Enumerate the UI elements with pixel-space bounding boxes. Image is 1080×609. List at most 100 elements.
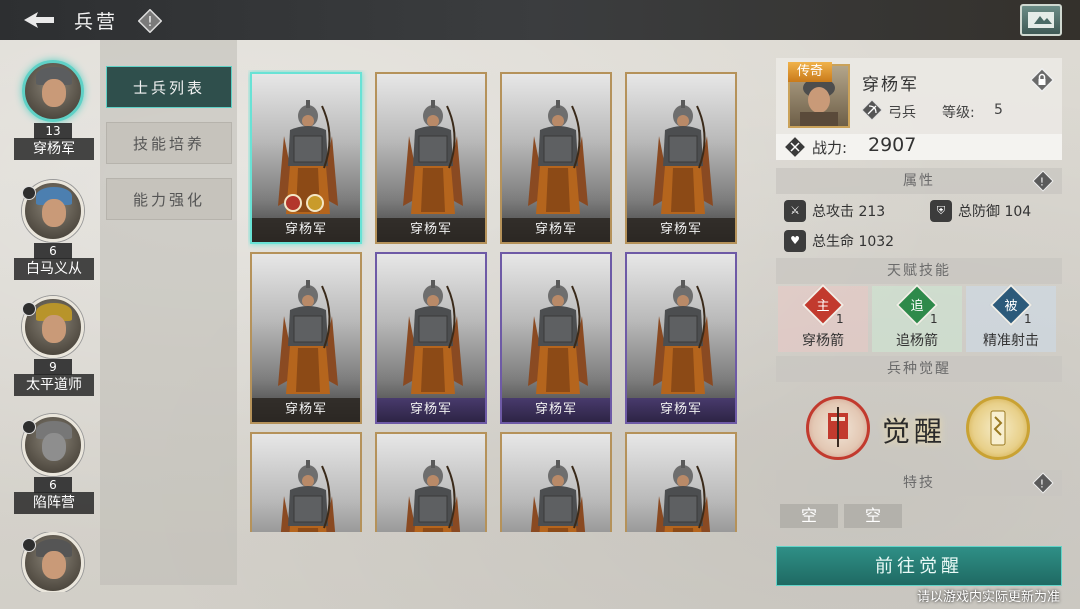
power-row: 战力: 2907 <box>776 134 1062 160</box>
talent-glyph: 追 <box>910 299 924 314</box>
specialty-slot[interactable]: 空 <box>780 504 838 528</box>
soldier-card-label: 穿杨军 <box>377 398 485 422</box>
awaken-scroll-button[interactable] <box>966 396 1030 460</box>
info-icon[interactable]: ! <box>1032 170 1054 192</box>
roster-name: 太平道师 <box>14 374 94 396</box>
unit-header: 传奇 穿杨军 弓兵 等级: 5 <box>776 58 1062 134</box>
soldier-card[interactable]: 穿杨军 <box>250 72 362 244</box>
talent-name: 追杨箭 <box>896 333 938 349</box>
tab-list: 士兵列表 技能培养 能力强化 <box>106 66 236 234</box>
svg-text:!: ! <box>1040 176 1046 189</box>
soldier-card[interactable] <box>625 432 737 532</box>
soldier-card[interactable]: 穿杨军 <box>625 72 737 244</box>
soldier-card[interactable] <box>375 432 487 532</box>
scroll-icon <box>1028 12 1054 28</box>
unit-name: 穿杨军 <box>862 75 919 95</box>
awaken-header: 兵种觉醒 <box>776 356 1062 382</box>
soldier-figure <box>651 456 715 532</box>
talents-header: 天赋技能 <box>776 258 1062 284</box>
power-value: 2907 <box>868 134 917 156</box>
svg-text:!: ! <box>1040 478 1046 491</box>
unit-type-icon <box>22 538 36 552</box>
attributes-header: 属性 ! <box>776 168 1062 194</box>
soldier-card-label: 穿杨军 <box>377 218 485 242</box>
tab-soldier-list[interactable]: 士兵列表 <box>106 66 232 108</box>
roster-item[interactable]: 9 太平道师 <box>10 296 94 406</box>
heart-icon: ♥ <box>784 230 806 252</box>
unit-type-icon <box>22 186 36 200</box>
sword-icon: ⚔ <box>784 200 806 222</box>
scroll-token-icon <box>990 410 1006 446</box>
roster-name: 陷阵营 <box>14 492 94 514</box>
talent-glyph: 主 <box>816 299 830 314</box>
awaken-banner-button[interactable] <box>806 396 870 460</box>
soldier-figure <box>526 276 590 404</box>
tab-ability-enhance[interactable]: 能力强化 <box>106 178 232 220</box>
power-label: 战力: <box>812 139 848 157</box>
lock-icon[interactable] <box>1030 68 1054 92</box>
back-arrow-icon[interactable] <box>22 8 56 32</box>
card-badges <box>284 194 324 212</box>
tab-skill-training[interactable]: 技能培养 <box>106 122 232 164</box>
soldier-card[interactable]: 穿杨军 <box>375 72 487 244</box>
shield-icon: ⛨ <box>930 200 952 222</box>
stat-attack: ⚔ 总攻击 213 <box>784 200 885 222</box>
soldier-figure <box>401 456 465 532</box>
soldier-card[interactable]: 穿杨军 <box>500 72 612 244</box>
unit-type-icon <box>22 302 36 316</box>
specialty-title: 特技 <box>903 475 935 491</box>
stat-defense-text: 总防御 104 <box>958 204 1032 220</box>
soldier-card[interactable]: 穿杨军 <box>250 252 362 424</box>
roster-name: 穿杨军 <box>14 138 94 160</box>
roster-item[interactable]: 13 穿杨军 <box>10 60 94 170</box>
bow-icon <box>862 100 882 120</box>
soldier-card[interactable]: 穿杨军 <box>375 252 487 424</box>
soldier-card[interactable]: 穿杨军 <box>500 252 612 424</box>
svg-text:!: ! <box>147 15 152 30</box>
roster-item[interactable] <box>10 532 94 592</box>
go-awaken-button[interactable]: 前往觉醒 <box>776 546 1062 586</box>
roster-level: 6 <box>34 477 72 493</box>
talent-skill[interactable]: 被 1 精准射击 <box>966 283 1056 352</box>
talent-glyph: 被 <box>1004 299 1018 314</box>
awaken-text: 觉醒 <box>882 415 947 448</box>
talent-name: 精准射击 <box>983 333 1039 349</box>
roster-level: 13 <box>34 123 72 139</box>
specialty-header: 特技 ! <box>776 470 1062 496</box>
soldier-card-label: 穿杨军 <box>252 218 360 242</box>
roster-level: 6 <box>34 243 72 259</box>
attributes-title: 属性 <box>903 173 935 189</box>
rarity-badge: 传奇 <box>788 62 832 82</box>
soldier-figure <box>651 276 715 404</box>
soldier-card[interactable] <box>500 432 612 532</box>
roster-item[interactable]: 6 白马义从 <box>10 180 94 290</box>
unit-level-label: 等级: <box>942 105 975 121</box>
soldier-figure <box>401 96 465 224</box>
soldier-card-label: 穿杨军 <box>502 218 610 242</box>
talent-skill[interactable]: 主 1 穿杨箭 <box>778 283 868 352</box>
talent-name: 穿杨箭 <box>802 333 844 349</box>
power-icon <box>785 137 805 157</box>
soldier-card[interactable]: 穿杨军 <box>625 252 737 424</box>
roster-level: 9 <box>34 359 72 375</box>
awaken-title: 兵种觉醒 <box>887 361 951 377</box>
soldier-card-label: 穿杨军 <box>502 398 610 422</box>
soldier-figure <box>526 96 590 224</box>
talent-count: 1 <box>930 312 938 326</box>
soldier-figure <box>276 276 340 404</box>
soldier-figure <box>526 456 590 532</box>
soldier-card-label: 穿杨军 <box>252 398 360 422</box>
talent-skill[interactable]: 追 1 追杨箭 <box>872 283 962 352</box>
roster-item[interactable]: 6 陷阵营 <box>10 414 94 524</box>
info-icon[interactable]: ! <box>138 9 162 33</box>
soldier-grid: 穿杨军 穿杨军 穿杨军 穿杨军 穿杨军 穿杨军 穿杨军 穿杨军 <box>248 70 740 532</box>
soldier-card[interactable] <box>250 432 362 532</box>
specialty-slot[interactable]: 空 <box>844 504 902 528</box>
talents-title: 天赋技能 <box>887 263 951 279</box>
scroll-map-button[interactable] <box>1020 4 1062 36</box>
info-icon[interactable]: ! <box>1032 472 1054 494</box>
soldier-figure <box>276 456 340 532</box>
page-title: 兵营 <box>74 11 119 33</box>
unit-detail-panel: 传奇 穿杨军 弓兵 等级: 5 战力: 2907 属性 ! ⚔ 总攻击 213 <box>776 58 1062 598</box>
soldier-card-label: 穿杨军 <box>627 218 735 242</box>
